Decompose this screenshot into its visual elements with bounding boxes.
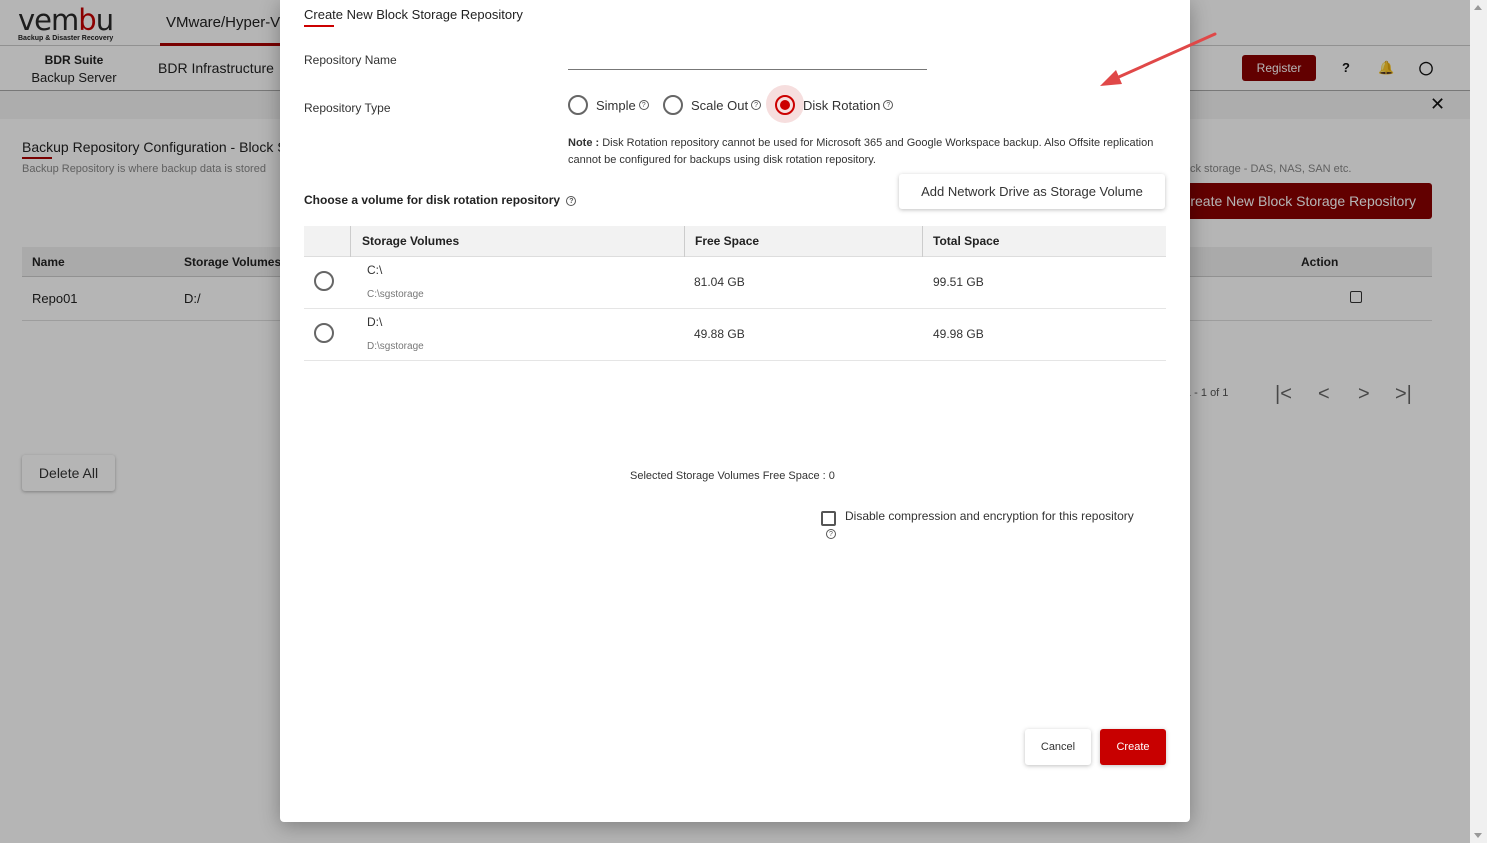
dialog-title-underline — [304, 25, 334, 27]
radio-label: Simple — [596, 97, 636, 113]
help-icon[interactable]: ? — [751, 100, 762, 110]
col-storage-volumes: Storage Volumes — [362, 234, 460, 248]
radio-scale-out[interactable]: Scale Out ? — [663, 95, 762, 115]
volume-drive: D:\ — [367, 315, 383, 329]
radio-simple[interactable]: Simple ? — [568, 95, 649, 115]
scroll-up-arrow[interactable] — [1474, 5, 1482, 10]
annotation-arrow-icon — [1100, 32, 1217, 86]
create-button[interactable]: Create — [1100, 729, 1166, 765]
radio-label: Scale Out — [691, 97, 749, 113]
volume-table-header: Storage Volumes Free Space Total Space — [304, 226, 1166, 257]
volume-drive: C:\ — [367, 263, 383, 277]
volume-path: C:\sgstorage — [367, 289, 424, 300]
disable-compression-checkbox[interactable] — [821, 511, 836, 526]
repository-type-label: Repository Type — [304, 101, 391, 115]
table-row[interactable]: D:\ D:\sgstorage 49.88 GB 49.98 GB — [304, 309, 1166, 361]
repository-name-input[interactable] — [568, 50, 927, 70]
volume-radio[interactable] — [314, 323, 334, 343]
volume-radio[interactable] — [314, 271, 334, 291]
volume-total-space: 99.51 GB — [933, 275, 984, 289]
create-repository-dialog: Create New Block Storage Repository Repo… — [280, 0, 1217, 822]
col-total-space: Total Space — [933, 234, 1000, 248]
note-prefix: Note : — [568, 137, 600, 149]
volume-table: Storage Volumes Free Space Total Space C… — [304, 226, 1166, 361]
dialog-title: Create New Block Storage Repository — [304, 7, 523, 22]
radio-label: Disk Rotation — [803, 97, 881, 113]
radio-button-checked[interactable] — [775, 95, 795, 115]
repository-name-label: Repository Name — [304, 53, 397, 67]
disk-rotation-note: Note : Disk Rotation repository cannot b… — [568, 135, 1158, 169]
page-scrollbar[interactable] — [1470, 0, 1487, 843]
help-icon[interactable]: ? — [566, 195, 577, 206]
volume-free-space: 81.04 GB — [694, 275, 745, 289]
choose-volume-label: Choose a volume for disk rotation reposi… — [304, 193, 577, 207]
table-row[interactable]: C:\ C:\sgstorage 81.04 GB 99.51 GB — [304, 257, 1166, 309]
add-network-drive-button[interactable]: Add Network Drive as Storage Volume — [899, 174, 1165, 209]
radio-button[interactable] — [663, 95, 683, 115]
col-free-space: Free Space — [695, 234, 760, 248]
radio-button[interactable] — [568, 95, 588, 115]
note-text: Disk Rotation repository cannot be used … — [568, 137, 1154, 166]
help-icon[interactable]: ? — [883, 100, 894, 110]
disable-compression-label[interactable]: Disable compression and encryption for t… — [845, 509, 1134, 523]
help-icon[interactable]: ? — [826, 529, 836, 539]
volume-free-space: 49.88 GB — [694, 327, 745, 341]
cancel-button[interactable]: Cancel — [1025, 729, 1091, 765]
selected-free-space: Selected Storage Volumes Free Space : 0 — [630, 470, 835, 482]
volume-path: D:\sgstorage — [367, 341, 424, 352]
radio-disk-rotation[interactable]: Disk Rotation ? — [775, 95, 894, 115]
help-icon[interactable]: ? — [638, 100, 649, 110]
scroll-down-arrow[interactable] — [1474, 833, 1482, 838]
volume-total-space: 49.98 GB — [933, 327, 984, 341]
